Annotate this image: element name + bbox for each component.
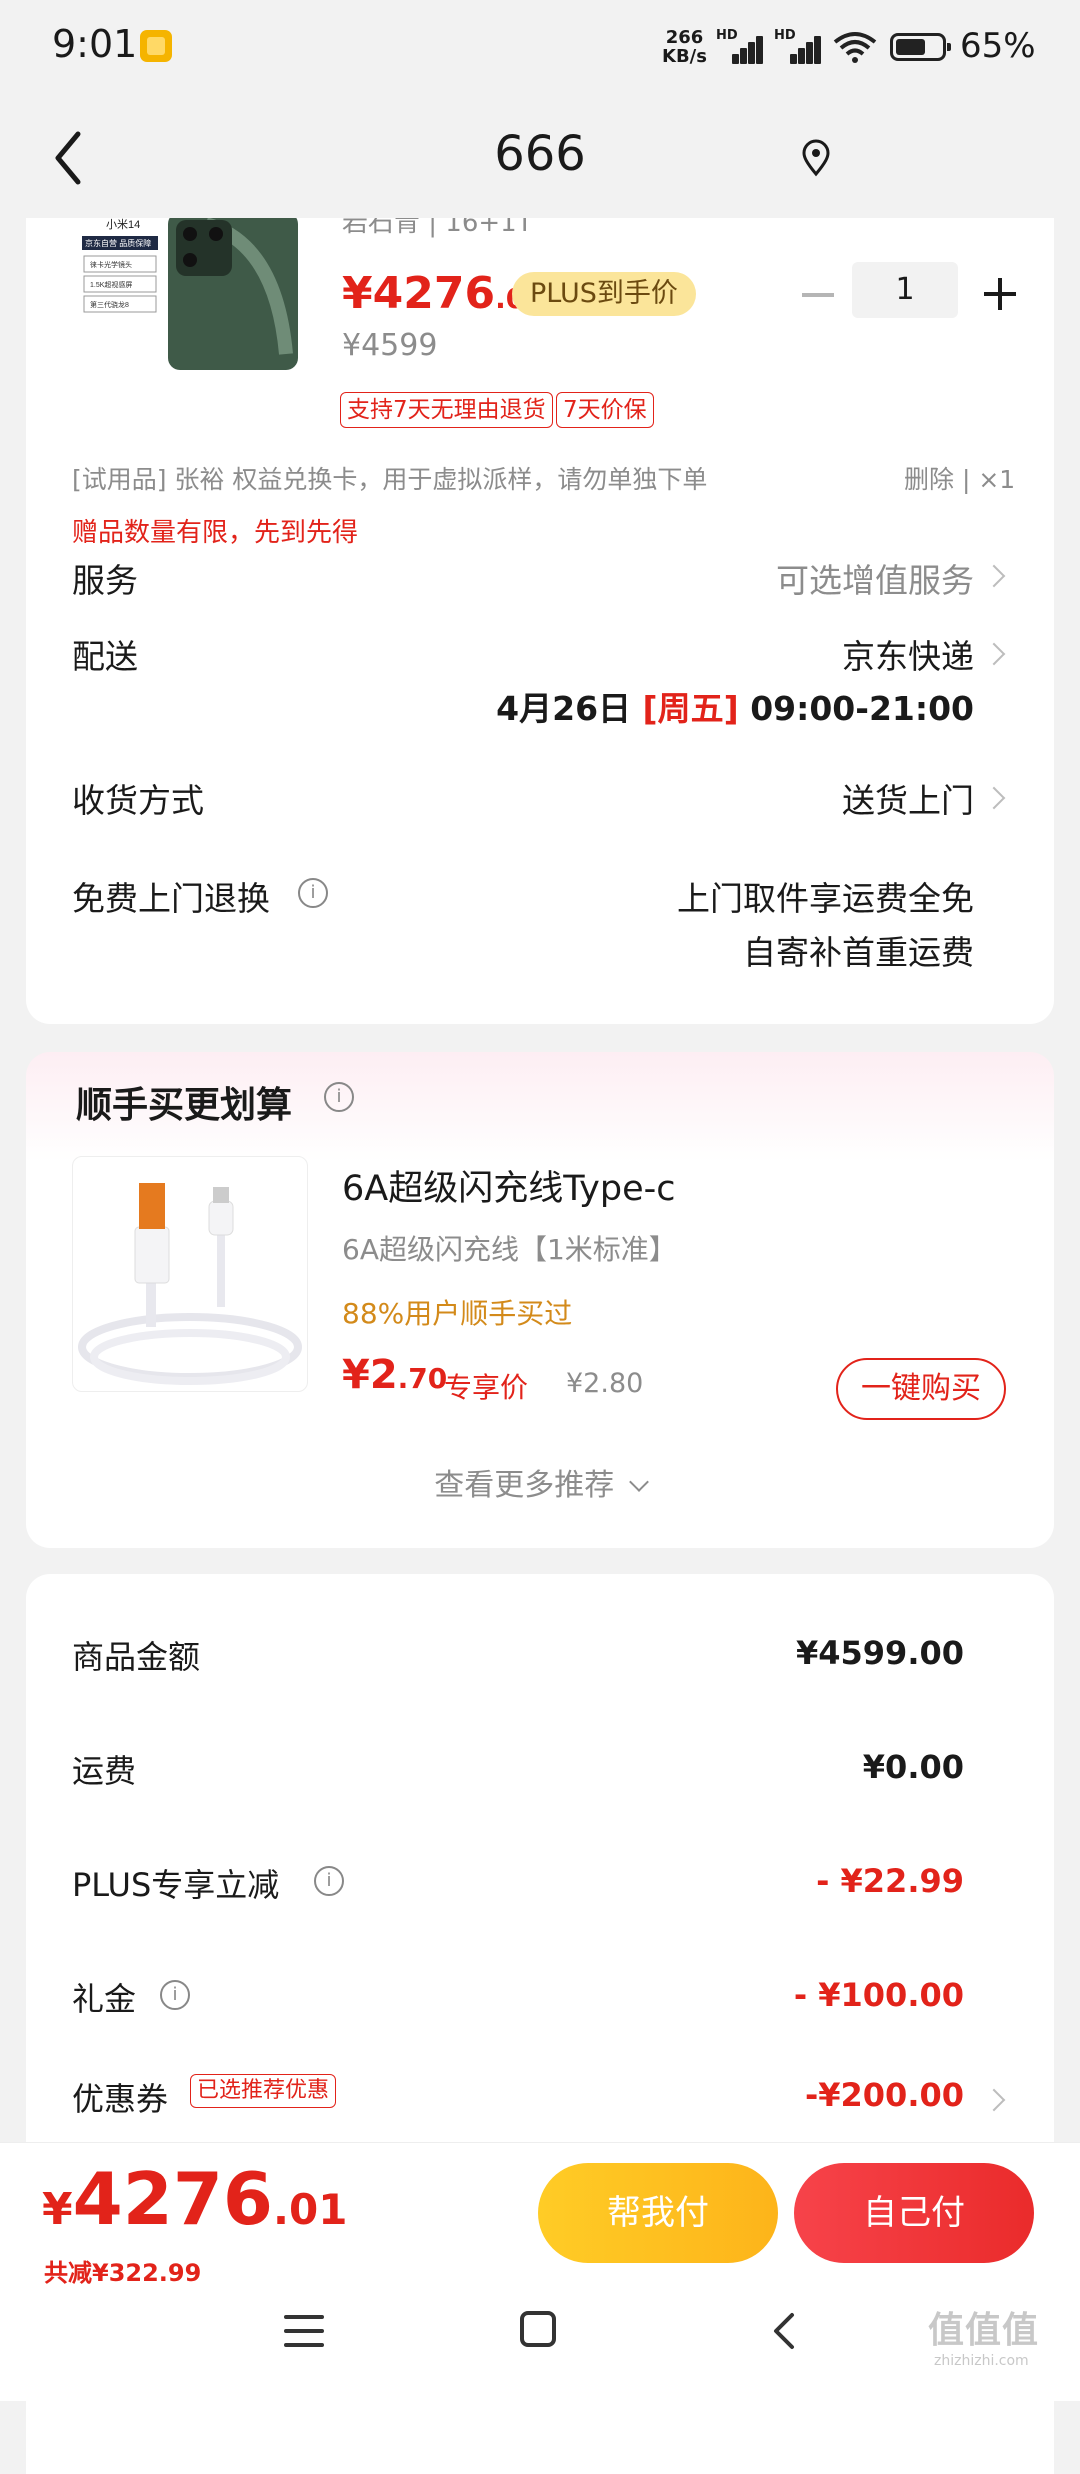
receive-method-value[interactable]: 送货上门 [842, 774, 974, 822]
coupon-label: 优惠券 [72, 2080, 169, 2118]
self-pay-button[interactable]: 自己付 [794, 2163, 1034, 2263]
total-integer: 4276 [72, 2157, 274, 2241]
hd-label: HD [716, 28, 738, 43]
help-pay-button[interactable]: 帮我付 [538, 2163, 778, 2263]
quantity-input[interactable]: 1 [852, 262, 958, 318]
goods-amount-label: 商品金额 [72, 1638, 201, 1676]
recommend-buy-rate: 88%用户顺手买过 [342, 1297, 573, 1330]
recommend-title: 顺手买更划算 [76, 1085, 293, 1126]
plus-info-icon[interactable]: i [314, 1866, 344, 1896]
hd-label-2: HD [774, 28, 796, 43]
total-decimal: .01 [273, 2185, 348, 2234]
checkout-bar: ¥4276.01 共减¥322.99 帮我付 自己付 值值值 zhizhizhi… [0, 2142, 1080, 2401]
return-policy-tag: 支持7天无理由退货 [340, 392, 553, 428]
wifi-icon [833, 32, 877, 63]
gift-money-label: 礼金 [72, 1980, 137, 2018]
coupon-badge: 已选推荐优惠 [190, 2074, 337, 2108]
cable-product-image[interactable] [72, 1156, 308, 1392]
net-speed: 266 KB/s [662, 28, 707, 66]
see-more-recommend[interactable]: 查看更多推荐 [26, 1460, 1054, 1504]
thumb-text-4: 第三代骁龙8 [90, 300, 129, 309]
gift-money-info-icon[interactable]: i [160, 1980, 190, 2010]
battery-icon [890, 33, 951, 61]
battery-fill [896, 39, 925, 55]
recommend-price-integer: ¥2 [342, 1352, 398, 1398]
total-price: ¥4276.01 [42, 2157, 347, 2241]
battery-percent: 65% [960, 26, 1036, 66]
watermark-url: zhizhizhi.com [934, 2353, 1029, 2369]
plus-price-badge: PLUS到手价 [512, 272, 696, 316]
free-return-line1: 上门取件享运费全免 [677, 879, 974, 918]
product-price-integer: ¥4276 [342, 268, 496, 319]
delivery-time: 09:00-21:00 [750, 689, 974, 728]
plus-discount-value: - ¥22.99 [816, 1862, 964, 1900]
delivery-date: 4月26日 [496, 689, 632, 728]
delivery-label: 配送 [72, 637, 138, 676]
nav-menu-icon[interactable] [284, 2313, 324, 2349]
recommend-price-label: 专享价 [444, 1371, 529, 1404]
delivery-chevron-icon[interactable] [982, 642, 1006, 666]
delivery-value[interactable]: 京东快递 [842, 630, 974, 678]
signal-icon-2: HD [774, 28, 821, 64]
thumb-text-1: 京东自营 品质保障 [85, 238, 151, 248]
price-protect-tag: 7天价保 [556, 392, 654, 428]
recommend-product-name[interactable]: 6A超级闪充线Type-c [342, 1160, 675, 1211]
net-speed-unit: KB/s [662, 46, 707, 67]
service-value[interactable]: 可选增值服务 [776, 554, 974, 602]
free-return-line2: 自寄补首重运费 [743, 933, 974, 972]
gift-limit-notice: 赠品数量有限，先到先得 [72, 518, 359, 548]
recommend-original-price: ¥2.80 [566, 1368, 644, 1399]
plus-discount-label: PLUS专享立减 [72, 1866, 280, 1904]
goods-amount-value: ¥4599.00 [795, 1634, 964, 1672]
delivery-weekday: [周五] [642, 689, 739, 728]
recommend-price: ¥2.70 [342, 1352, 447, 1398]
gift-delete-button[interactable]: 删除 | ×1 [904, 460, 1015, 496]
status-time: 9:01 [52, 22, 138, 66]
page-header: 666 [0, 100, 1080, 218]
recommend-price-decimal: .70 [397, 1362, 448, 1395]
recommend-product-spec: 6A超级闪充线【1米标准】 [342, 1233, 677, 1266]
shipping-value: ¥0.00 [862, 1748, 964, 1786]
receive-chevron-icon[interactable] [982, 786, 1006, 810]
total-saved: 共减¥322.99 [44, 2259, 202, 2287]
coupon-value[interactable]: -¥200.00 [805, 2076, 964, 2114]
quantity-increase-button[interactable] [980, 274, 1020, 314]
receive-method-label: 收货方式 [72, 781, 204, 820]
coupon-chevron-icon[interactable] [982, 2088, 1006, 2112]
quantity-decrease-button[interactable] [798, 274, 838, 314]
shipping-label: 运费 [72, 1752, 137, 1790]
chevron-down-icon [628, 1472, 649, 1492]
total-currency: ¥ [42, 2184, 73, 2235]
order-card: 小米14 京东自营 品质保障 徕卡光学镜头 1.5K超视感屏 第三代骁龙8 岩石… [26, 204, 1054, 1024]
location-pin-icon[interactable] [798, 138, 834, 178]
signal-icon: HD [716, 28, 763, 64]
notification-app-icon [140, 30, 172, 62]
page-title: 666 [494, 126, 586, 182]
thumb-text-3: 1.5K超视感屏 [90, 280, 132, 289]
one-click-buy-button[interactable]: 一键购买 [836, 1358, 1006, 1420]
recommend-card: 顺手买更划算 i 6A超级闪充线Type-c 6A超级闪充线【1米标准】 88%… [26, 1052, 1054, 1548]
thumb-text-2: 徕卡光学镜头 [90, 260, 132, 269]
see-more-label: 查看更多推荐 [434, 1468, 615, 1503]
gift-money-value: - ¥100.00 [793, 1976, 964, 2014]
service-label: 服务 [72, 561, 138, 600]
watermark-logo: 值值值 [928, 2310, 1040, 2351]
free-return-label: 免费上门退换 [72, 879, 270, 918]
thumb-text-0: 小米14 [106, 218, 140, 231]
info-icon[interactable]: i [298, 878, 328, 908]
service-chevron-icon[interactable] [982, 564, 1006, 588]
product-image[interactable]: 小米14 京东自营 品质保障 徕卡光学镜头 1.5K超视感屏 第三代骁龙8 [76, 204, 326, 380]
status-bar: 9:01 266 KB/s HD HD 65% [0, 0, 1080, 100]
nav-home-icon[interactable] [520, 2311, 556, 2347]
gift-item-text: [试用品] 张裕 权益兑换卡，用于虚拟派样，请勿单独下单 [72, 465, 708, 494]
net-speed-value: 266 [665, 27, 704, 48]
nav-back-icon[interactable] [764, 2309, 804, 2353]
delivery-slot[interactable]: 4月26日 [周五] 09:00-21:00 [496, 682, 974, 730]
original-price: ¥4599 [342, 328, 438, 363]
recommend-info-icon[interactable]: i [324, 1082, 354, 1112]
